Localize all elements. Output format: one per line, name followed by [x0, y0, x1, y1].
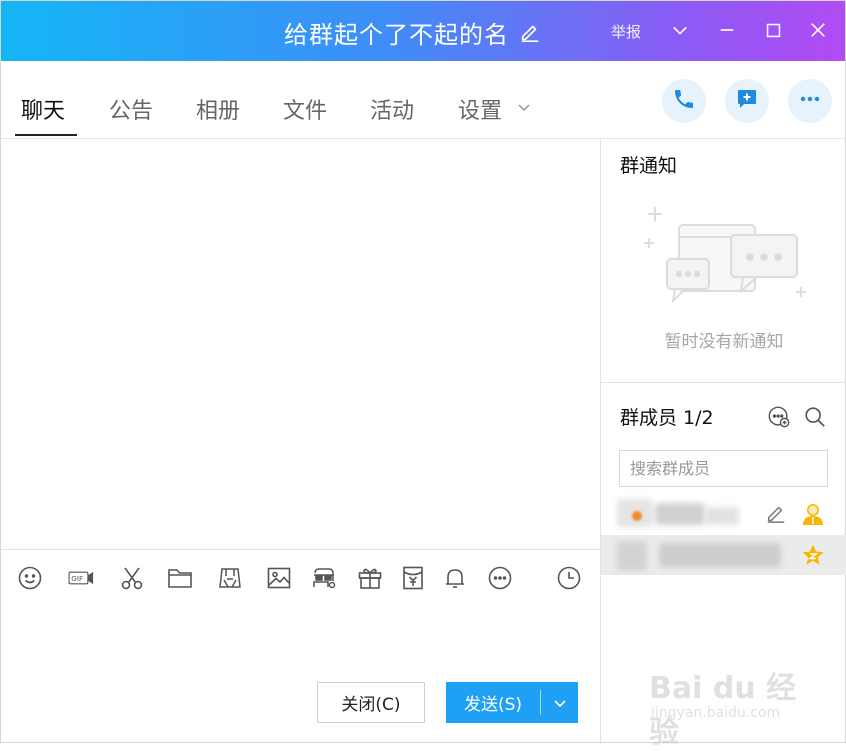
group-owner-star-icon	[801, 543, 825, 567]
bell-icon[interactable]	[441, 564, 469, 592]
add-message-icon	[735, 87, 759, 115]
active-tab-indicator	[15, 134, 77, 136]
gif-icon[interactable]: GIF	[63, 564, 99, 592]
member-search-input[interactable]	[619, 450, 828, 487]
message-input[interactable]	[1, 603, 600, 673]
scissors-icon[interactable]	[118, 564, 146, 592]
watermark-url: jingyan.baidu.com	[651, 705, 781, 721]
send-options-chevron-icon[interactable]	[541, 682, 578, 723]
member-role-icon	[800, 500, 826, 526]
more-circle-icon[interactable]	[486, 564, 514, 592]
emoji-icon[interactable]	[16, 564, 44, 592]
phone-icon	[672, 87, 696, 115]
member-name-suffix	[705, 507, 739, 525]
search-icon[interactable]	[802, 404, 828, 430]
tab-chat[interactable]: 聊天	[21, 93, 65, 125]
tab-bar: 聊天 公告 相册 文件 活动 设置	[1, 61, 845, 139]
group-chat-window: 给群起个了不起的名 举报 聊天 公告 相册 文件 活动 设置 GIF 关闭(C)…	[0, 0, 846, 750]
new-message-button[interactable]	[725, 79, 769, 123]
title-bar: 给群起个了不起的名 举报	[1, 1, 845, 61]
tab-album[interactable]: 相册	[196, 93, 240, 125]
right-panel-divider	[601, 382, 846, 383]
minimize-button[interactable]	[713, 16, 741, 44]
member-level-badge	[632, 511, 642, 521]
input-toolbar: GIF	[1, 549, 600, 603]
edit-card-icon[interactable]	[765, 502, 789, 526]
baidu-jingyan-watermark: Bai du 经验 jingyan.baidu.com	[649, 651, 809, 750]
report-link[interactable]: 举报	[611, 21, 641, 42]
member-row-1[interactable]	[601, 493, 846, 533]
tab-announcement[interactable]: 公告	[109, 93, 153, 125]
group-members-title: 群成员 1/2	[620, 407, 714, 429]
group-name-title: 给群起个了不起的名	[284, 20, 509, 49]
title-group: 给群起个了不起的名	[284, 15, 541, 49]
maximize-button[interactable]	[759, 16, 787, 44]
member-row-2[interactable]	[601, 535, 846, 575]
image-icon[interactable]	[265, 564, 293, 592]
member-avatar	[617, 541, 647, 571]
send-button[interactable]: 发送(S)	[446, 682, 578, 723]
gift-icon[interactable]	[356, 564, 384, 592]
member-name	[655, 503, 705, 525]
mask-icon[interactable]	[310, 564, 338, 592]
close-window-button[interactable]	[804, 16, 832, 44]
close-button[interactable]: 关闭(C)	[317, 682, 425, 723]
more-options-button[interactable]	[788, 79, 832, 123]
tab-activity[interactable]: 活动	[370, 93, 414, 125]
no-notice-text: 暂时没有新通知	[664, 332, 784, 352]
screen-record-icon[interactable]	[216, 564, 244, 592]
tab-settings[interactable]: 设置	[458, 93, 502, 125]
panel-divider	[600, 140, 601, 744]
send-button-label: 发送(S)	[463, 695, 523, 715]
svg-text:GIF: GIF	[71, 574, 83, 583]
folder-icon[interactable]	[166, 564, 194, 592]
empty-notice-illustration	[639, 201, 811, 311]
tab-files[interactable]: 文件	[283, 93, 327, 125]
settings-chevron-icon[interactable]	[517, 99, 531, 113]
red-packet-icon[interactable]	[399, 564, 427, 592]
member-name	[659, 543, 781, 567]
phone-call-button[interactable]	[662, 79, 706, 123]
edit-name-icon[interactable]	[519, 21, 541, 43]
history-clock-icon[interactable]	[555, 564, 583, 592]
member-manage-icon[interactable]	[766, 404, 792, 430]
message-history-area[interactable]	[1, 140, 600, 549]
group-notice-title: 群通知	[620, 155, 678, 177]
more-icon	[798, 87, 822, 115]
chevron-down-icon[interactable]	[666, 16, 694, 44]
